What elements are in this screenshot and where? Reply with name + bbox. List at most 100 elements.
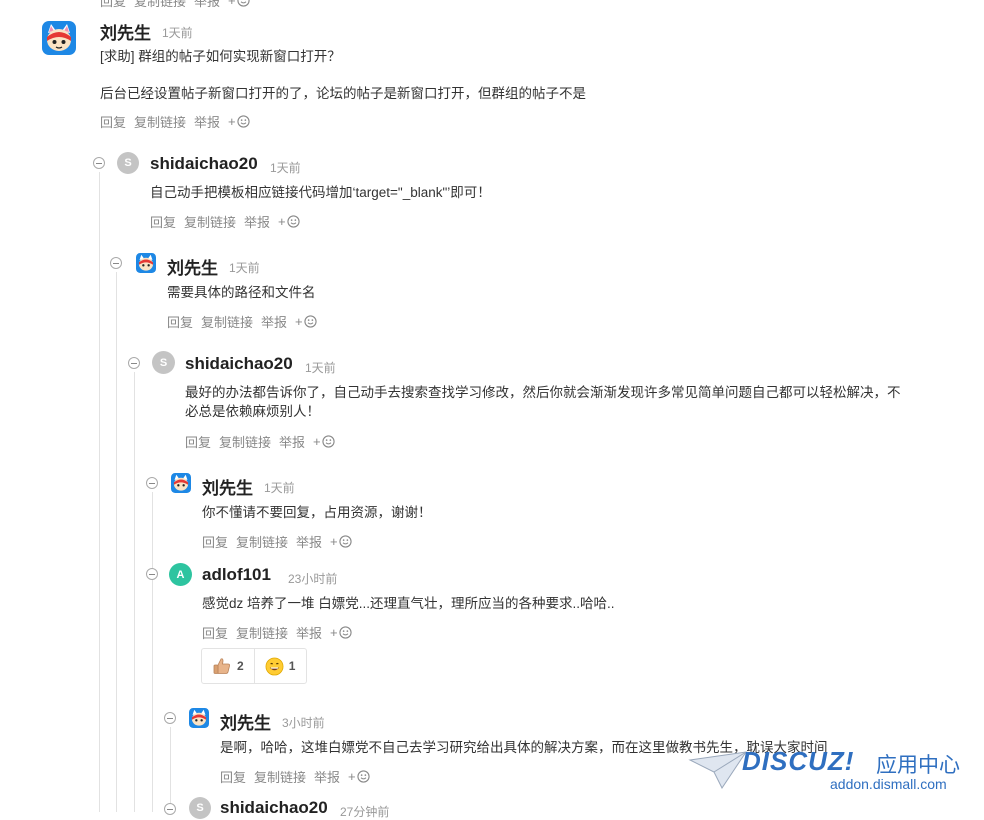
comment-text: 后台已经设置帖子新窗口打开的了，论坛的帖子是新窗口打开，但群组的帖子不是 [100, 86, 586, 101]
add-reaction-button[interactable]: + [313, 434, 335, 449]
comment-text: 需要具体的路径和文件名 [167, 285, 316, 300]
avatar [136, 253, 156, 273]
action-bar: 回复 复制链接 举报 + [202, 532, 352, 551]
timestamp: 3小时前 [282, 716, 325, 730]
copy-link-button[interactable]: 复制链接 [134, 0, 186, 10]
reply-button[interactable]: 回复 [167, 312, 193, 331]
reply-button[interactable]: 回复 [202, 532, 228, 551]
copy-link-button[interactable]: 复制链接 [236, 623, 288, 642]
report-button[interactable]: 举报 [261, 312, 287, 331]
paper-plane-icon [688, 751, 748, 789]
collapse-toggle[interactable] [164, 712, 176, 724]
author-name[interactable]: adlof101 [202, 565, 271, 585]
collapse-toggle[interactable] [93, 157, 105, 169]
grin-icon [265, 657, 284, 675]
avatar [171, 473, 191, 493]
author-name[interactable]: 刘先生 [202, 474, 253, 499]
timestamp: 1天前 [270, 161, 301, 175]
action-bar: 回复 复制链接 举报 + [100, 112, 250, 131]
reply-button[interactable]: 回复 [100, 0, 126, 10]
smiley-icon [287, 215, 300, 228]
avatar: A [169, 563, 192, 586]
copy-link-button[interactable]: 复制链接 [219, 432, 271, 451]
action-bar: 回复 复制链接 举报 + [167, 312, 317, 331]
thread-line [99, 172, 100, 812]
collapse-toggle[interactable] [128, 357, 140, 369]
avatar: S [189, 797, 211, 819]
collapse-toggle[interactable] [110, 257, 122, 269]
smiley-icon [237, 115, 250, 128]
report-button[interactable]: 举报 [244, 212, 270, 231]
action-bar: 回复 复制链接 举报 + [150, 212, 300, 231]
thumbs-up-icon [213, 658, 230, 674]
copy-link-button[interactable]: 复制链接 [236, 532, 288, 551]
timestamp: 1天前 [264, 481, 295, 495]
reply-button[interactable]: 回复 [185, 432, 211, 451]
add-reaction-button[interactable]: + [228, 114, 250, 129]
add-reaction-button[interactable]: + [330, 625, 352, 640]
author-name[interactable]: 刘先生 [167, 254, 218, 279]
smiley-icon [237, 0, 250, 7]
copy-link-button[interactable]: 复制链接 [184, 212, 236, 231]
smiley-icon [339, 535, 352, 548]
action-bar: 回复 复制链接 举报 + [185, 432, 335, 451]
reply-button[interactable]: 回复 [202, 623, 228, 642]
reply-button[interactable]: 回复 [150, 212, 176, 231]
reaction-count: 2 [237, 659, 244, 673]
comment-text: 你不懂请不要回复，占用资源，谢谢！ [202, 505, 432, 520]
author-name[interactable]: 刘先生 [220, 709, 271, 734]
comment-text: 自己动手把模板相应链接代码增加‘target="_blank"’即可！ [150, 185, 491, 200]
add-reaction-button[interactable]: + [228, 0, 250, 8]
smiley-icon [304, 315, 317, 328]
reaction-thumbs-up[interactable]: 2 [202, 649, 254, 683]
watermark-brand: DISCUZ! [742, 746, 855, 776]
add-reaction-button[interactable]: + [330, 534, 352, 549]
smiley-icon [339, 626, 352, 639]
discuz-watermark: DISCUZ! 应用中心 addon.dismall.com [688, 744, 978, 800]
report-button[interactable]: 举报 [296, 623, 322, 642]
author-name[interactable]: shidaichao20 [150, 154, 258, 174]
timestamp: 1天前 [162, 26, 193, 40]
cartoon-icon [136, 253, 156, 273]
collapse-toggle[interactable] [164, 803, 176, 815]
action-bar: 回复 复制链接 举报 + [220, 767, 370, 786]
report-button[interactable]: 举报 [279, 432, 305, 451]
avatar [189, 708, 209, 728]
collapse-toggle[interactable] [146, 477, 158, 489]
thread-line [152, 582, 153, 812]
copy-link-button[interactable]: 复制链接 [201, 312, 253, 331]
author-name[interactable]: shidaichao20 [185, 354, 293, 374]
timestamp: 27分钟前 [340, 805, 390, 819]
copy-link-button[interactable]: 复制链接 [254, 767, 306, 786]
author-name[interactable]: 刘先生 [100, 19, 151, 44]
thread-line [116, 272, 117, 812]
timestamp: 1天前 [305, 361, 336, 375]
avatar: S [152, 351, 175, 374]
copy-link-button[interactable]: 复制链接 [134, 112, 186, 131]
report-button[interactable]: 举报 [194, 112, 220, 131]
add-reaction-button[interactable]: + [278, 214, 300, 229]
report-button[interactable]: 举报 [314, 767, 340, 786]
reply-button[interactable]: 回复 [220, 767, 246, 786]
smiley-icon [322, 435, 335, 448]
watermark-cn: 应用中心 [876, 754, 960, 777]
add-reaction-button[interactable]: + [295, 314, 317, 329]
reaction-count: 1 [288, 659, 296, 673]
report-button[interactable]: 举报 [194, 0, 220, 10]
collapse-toggle[interactable] [146, 568, 158, 580]
timestamp: 1天前 [229, 261, 260, 275]
smiley-icon [357, 770, 370, 783]
reaction-grin[interactable]: 1 [253, 649, 306, 683]
comment-text: 最好的办法都告诉你了，自己动手去搜索查找学习修改，然后你就会渐渐发现许多常见简单… [185, 385, 901, 400]
comment-text: 感觉dz 培养了一堆 白嫖党...还理直气壮，理所应当的各种要求..哈哈.. [202, 596, 615, 611]
watermark-url: addon.dismall.com [830, 776, 947, 792]
cartoon-icon [189, 708, 209, 728]
comment-text: [求助] 群组的帖子如何实现新窗口打开？ [100, 49, 341, 64]
author-name[interactable]: shidaichao20 [220, 798, 328, 818]
cartoon-icon [42, 21, 76, 55]
action-bar: 回复 复制链接 举报 + [202, 623, 352, 642]
avatar [42, 21, 76, 55]
add-reaction-button[interactable]: + [348, 769, 370, 784]
report-button[interactable]: 举报 [296, 532, 322, 551]
reply-button[interactable]: 回复 [100, 112, 126, 131]
